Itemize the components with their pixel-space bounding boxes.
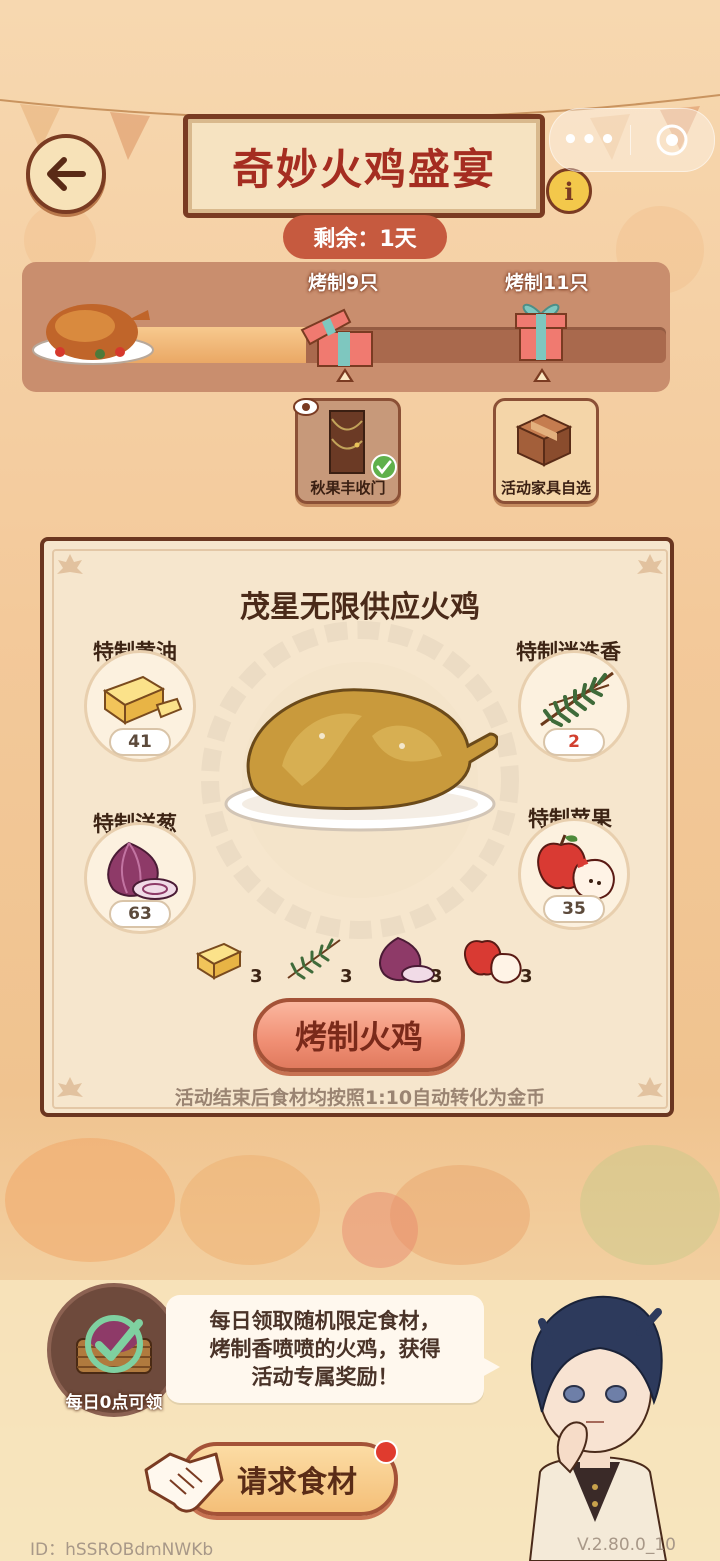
rosemary-icon bbox=[540, 671, 614, 727]
speech-line-1: 每日领取随机限定食材， bbox=[209, 1309, 441, 1333]
box-icon bbox=[515, 413, 573, 467]
ingredient-rosemary-count: 2 bbox=[543, 728, 605, 756]
turkey-dish-image bbox=[224, 688, 498, 832]
reward-furniture-choice[interactable]: 活动家具自选 bbox=[493, 398, 599, 504]
door-icon bbox=[329, 410, 365, 474]
remaining-time-badge: 剩余：1天 bbox=[283, 215, 447, 259]
rosemary-icon bbox=[287, 938, 341, 980]
check-claimed-icon bbox=[85, 1315, 143, 1373]
event-title-text: 奇妙火鸡盛宴 bbox=[231, 144, 496, 194]
milestone-2-marker bbox=[533, 368, 551, 382]
ingredient-butter-count: 41 bbox=[109, 728, 171, 756]
cost-onion: 3 bbox=[430, 966, 443, 987]
butter-icon bbox=[102, 675, 183, 725]
ingredient-onion-count: 63 bbox=[109, 900, 171, 928]
npc-character bbox=[528, 1295, 668, 1561]
roast-turkey-button[interactable]: 烤制火鸡 bbox=[253, 998, 465, 1072]
eye-preview-icon[interactable] bbox=[292, 395, 320, 419]
maple-leaf-icon bbox=[637, 554, 663, 574]
apple-icon bbox=[537, 834, 615, 900]
apple-icon bbox=[464, 940, 522, 984]
reward-autumn-gate-label: 秋果丰收门 bbox=[310, 479, 386, 497]
target-close-icon bbox=[656, 124, 688, 156]
cost-apple: 3 bbox=[520, 966, 533, 987]
close-mini-program-button[interactable] bbox=[631, 123, 713, 157]
back-button[interactable] bbox=[26, 134, 106, 214]
cost-rosemary: 3 bbox=[340, 966, 353, 987]
cost-butter: 3 bbox=[250, 966, 263, 987]
app-version: V.2.80.0_10 bbox=[576, 1535, 676, 1555]
reward-furniture-label: 活动家具自选 bbox=[500, 479, 591, 497]
gift-box-icon[interactable] bbox=[512, 296, 570, 364]
milestone-1-label: 烤制9只 bbox=[308, 272, 379, 294]
speech-line-2: 烤制香喷喷的火鸡，获得 bbox=[209, 1337, 441, 1361]
onion-icon bbox=[379, 936, 435, 983]
ingredient-apple-count: 35 bbox=[543, 895, 605, 923]
npc-speech-bubble: 每日领取随机限定食材， 烤制香喷喷的火鸡，获得 活动专属奖励！ bbox=[166, 1295, 500, 1403]
speech-line-3: 活动专属奖励！ bbox=[251, 1365, 399, 1389]
milestone-2-label: 烤制11只 bbox=[505, 272, 589, 294]
event-title: 奇妙火鸡盛宴 bbox=[183, 114, 545, 218]
maple-leaf-icon bbox=[57, 554, 83, 574]
info-button[interactable]: i bbox=[546, 168, 592, 214]
roast-turkey-icon bbox=[32, 304, 154, 365]
handshake-icon bbox=[144, 1452, 224, 1513]
notification-dot bbox=[374, 1440, 398, 1464]
more-menu-button[interactable]: ••• bbox=[550, 125, 630, 155]
conversion-note: 活动结束后食材均按照1:10自动转化为金币 bbox=[174, 1087, 546, 1109]
mini-program-capsule: ••• bbox=[549, 108, 715, 172]
opened-gift-icon[interactable] bbox=[298, 306, 382, 370]
player-id: ID：hSSROBdmNWKb bbox=[30, 1540, 214, 1560]
daily-claim-label: 每日0点可领 bbox=[65, 1393, 163, 1413]
info-icon: i bbox=[564, 176, 574, 206]
onion-icon bbox=[107, 841, 178, 900]
reward-autumn-gate[interactable]: 秋果丰收门 bbox=[292, 395, 401, 504]
card-title: 茂星无限供应火鸡 bbox=[240, 590, 480, 625]
milestone-1-marker bbox=[336, 368, 354, 382]
arrow-left-icon bbox=[47, 157, 86, 191]
butter-icon bbox=[195, 942, 243, 980]
